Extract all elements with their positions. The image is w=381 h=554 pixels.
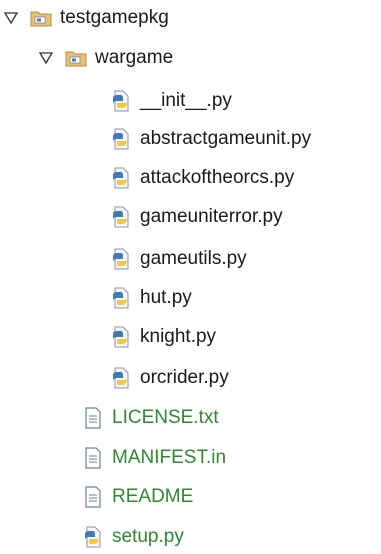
tree-item-label: wargame	[95, 47, 174, 68]
tree-item-file[interactable]: gameutils.py	[110, 244, 247, 274]
tree-item-label: MANIFEST.in	[112, 447, 227, 468]
tree-item-file[interactable]: abstractgameunit.py	[110, 124, 311, 154]
tree-item-file[interactable]: knight.py	[110, 322, 216, 352]
python-file-icon	[110, 167, 132, 189]
python-file-icon	[110, 128, 132, 150]
tree-item-label: testgamepkg	[60, 7, 169, 28]
tree-item-file[interactable]: attackoftheorcs.py	[110, 163, 294, 193]
tree-item-file[interactable]: gameuniterror.py	[110, 202, 283, 232]
tree-item-label: setup.py	[112, 526, 184, 547]
tree-item-file[interactable]: __init__.py	[110, 86, 232, 116]
python-file-icon	[110, 326, 132, 348]
tree-item-label: gameuniterror.py	[140, 206, 283, 227]
tree-item-label: knight.py	[140, 326, 217, 347]
python-file-icon	[82, 526, 104, 548]
tree-item-label: attackoftheorcs.py	[140, 167, 295, 188]
text-file-icon	[82, 486, 104, 508]
tree-item-label: orcrider.py	[140, 367, 229, 388]
package-folder-icon	[65, 47, 87, 69]
tree-item-label: README	[112, 486, 194, 507]
tree-item-file[interactable]: setup.py	[82, 522, 184, 552]
tree-item-label: abstractgameunit.py	[140, 128, 312, 149]
tree-item-label: gameutils.py	[140, 248, 247, 269]
python-file-icon	[110, 287, 132, 309]
tree-item-label: LICENSE.txt	[112, 407, 219, 428]
text-file-icon	[82, 447, 104, 469]
tree-item-file[interactable]: LICENSE.txt	[82, 403, 219, 433]
tree-item-file[interactable]: README	[82, 482, 193, 512]
tree-item-file[interactable]: hut.py	[110, 283, 192, 313]
tree-item-label: __init__.py	[140, 90, 232, 111]
python-file-icon	[110, 206, 132, 228]
python-file-icon	[110, 367, 132, 389]
python-file-icon	[110, 90, 132, 112]
tree-item-testgamepkg[interactable]: testgamepkg	[4, 3, 169, 33]
expanded-triangle-icon[interactable]	[4, 11, 18, 25]
project-explorer-tree: testgamepkg wargame __init__.py abstract…	[0, 0, 381, 554]
text-file-icon	[82, 407, 104, 429]
tree-item-wargame[interactable]: wargame	[39, 43, 173, 73]
tree-item-file[interactable]: MANIFEST.in	[82, 443, 226, 473]
tree-item-label: hut.py	[140, 287, 192, 308]
package-folder-icon	[30, 7, 52, 29]
python-file-icon	[110, 248, 132, 270]
tree-item-file[interactable]: orcrider.py	[110, 363, 229, 393]
expanded-triangle-icon[interactable]	[39, 51, 53, 65]
